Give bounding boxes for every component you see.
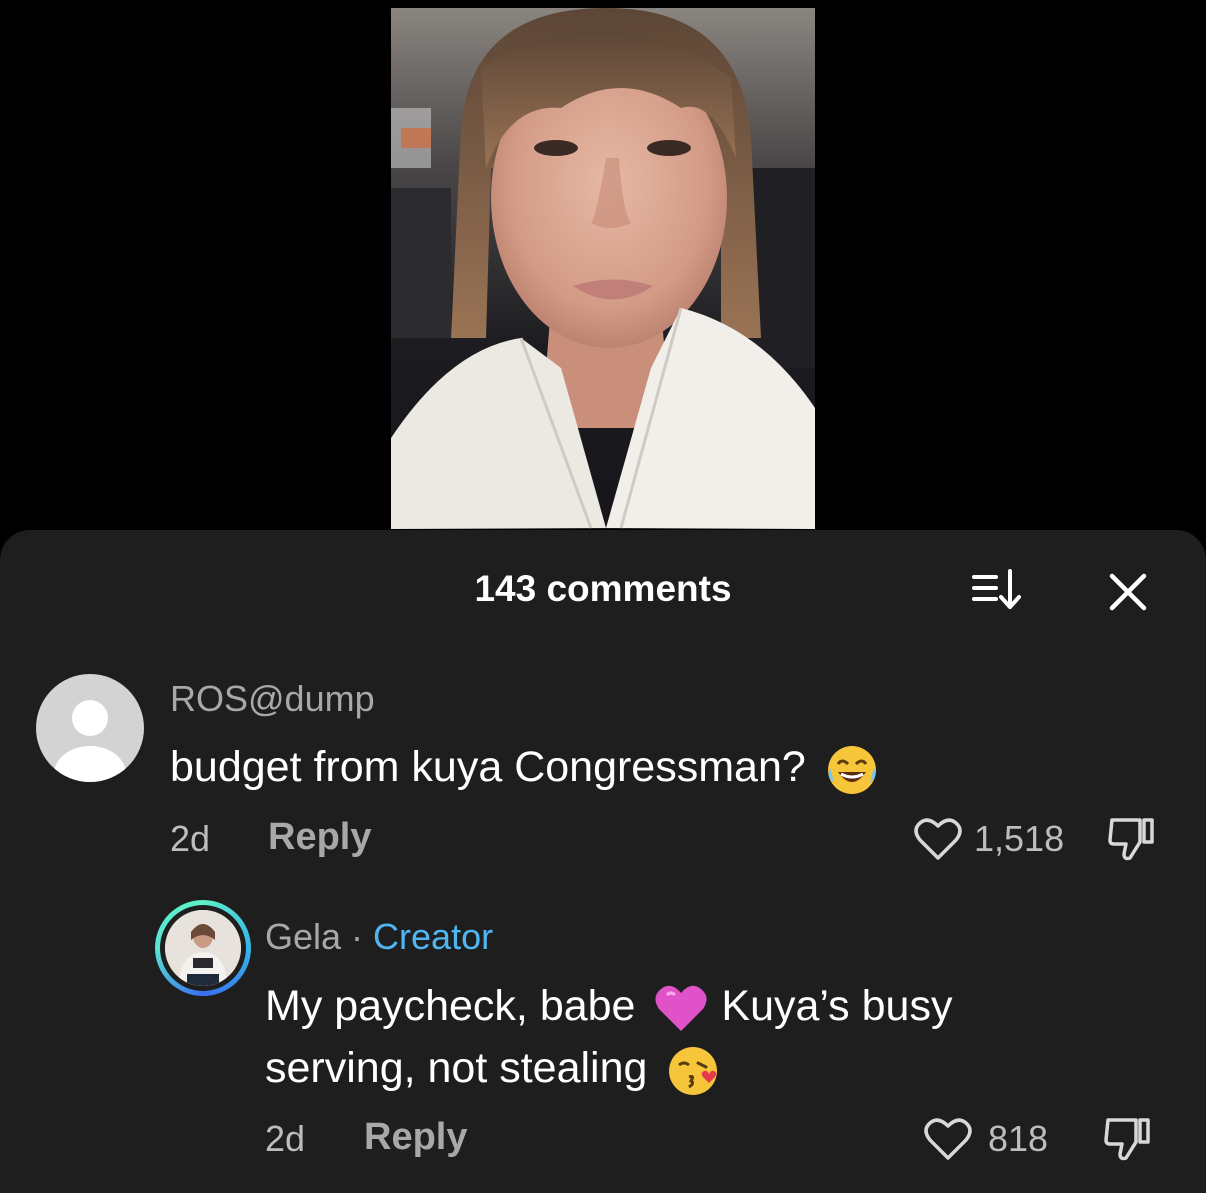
reply-text: My paycheck, babe Kuya’s busy serving, n… xyxy=(265,975,1085,1099)
creator-avatar[interactable] xyxy=(155,900,251,996)
close-icon[interactable] xyxy=(1104,568,1152,616)
comment-body: budget from kuya Congressman? xyxy=(170,743,806,791)
pink-heart-emoji-icon xyxy=(653,981,709,1037)
reply-like-count: 818 xyxy=(988,1118,1049,1159)
default-avatar-icon xyxy=(54,700,126,782)
comment-username[interactable]: ROS@dump xyxy=(170,678,375,720)
laughing-emoji-icon xyxy=(824,742,880,798)
reply-body-part1: My paycheck, babe xyxy=(265,982,636,1030)
heart-icon[interactable] xyxy=(922,1116,974,1162)
like-count: 1,518 xyxy=(974,818,1065,859)
reply-to-reply-button[interactable]: Reply xyxy=(364,1116,467,1159)
video-player[interactable] xyxy=(391,8,815,529)
avatar-ring-inner xyxy=(160,905,246,991)
creator-photo xyxy=(165,910,241,986)
reply-body-part3: serving, not stealing xyxy=(265,1044,648,1092)
name-separator: · xyxy=(341,916,374,957)
reply-username-line: Gela · Creator xyxy=(265,916,493,958)
reply-body-part2: Kuya’s busy xyxy=(721,982,953,1030)
reply-username[interactable]: Gela xyxy=(265,916,341,957)
kissing-emoji-icon xyxy=(665,1043,721,1099)
sort-icon[interactable] xyxy=(966,567,1026,613)
dislike-icon[interactable] xyxy=(1106,814,1156,862)
reply-button[interactable]: Reply xyxy=(268,816,371,859)
reply-time: 2d xyxy=(265,1118,306,1159)
creator-badge: Creator xyxy=(373,916,494,957)
comment-text: budget from kuya Congressman? xyxy=(170,736,880,798)
video-frame xyxy=(391,8,815,529)
avatar[interactable] xyxy=(36,674,144,782)
heart-icon[interactable] xyxy=(912,816,964,862)
screen: 143 comments ROS@dump budget from kuya C… xyxy=(0,0,1206,1193)
comment-time: 2d xyxy=(170,818,211,859)
dislike-icon[interactable] xyxy=(1102,1114,1152,1162)
comments-sheet: 143 comments ROS@dump budget from kuya C… xyxy=(0,530,1206,1193)
